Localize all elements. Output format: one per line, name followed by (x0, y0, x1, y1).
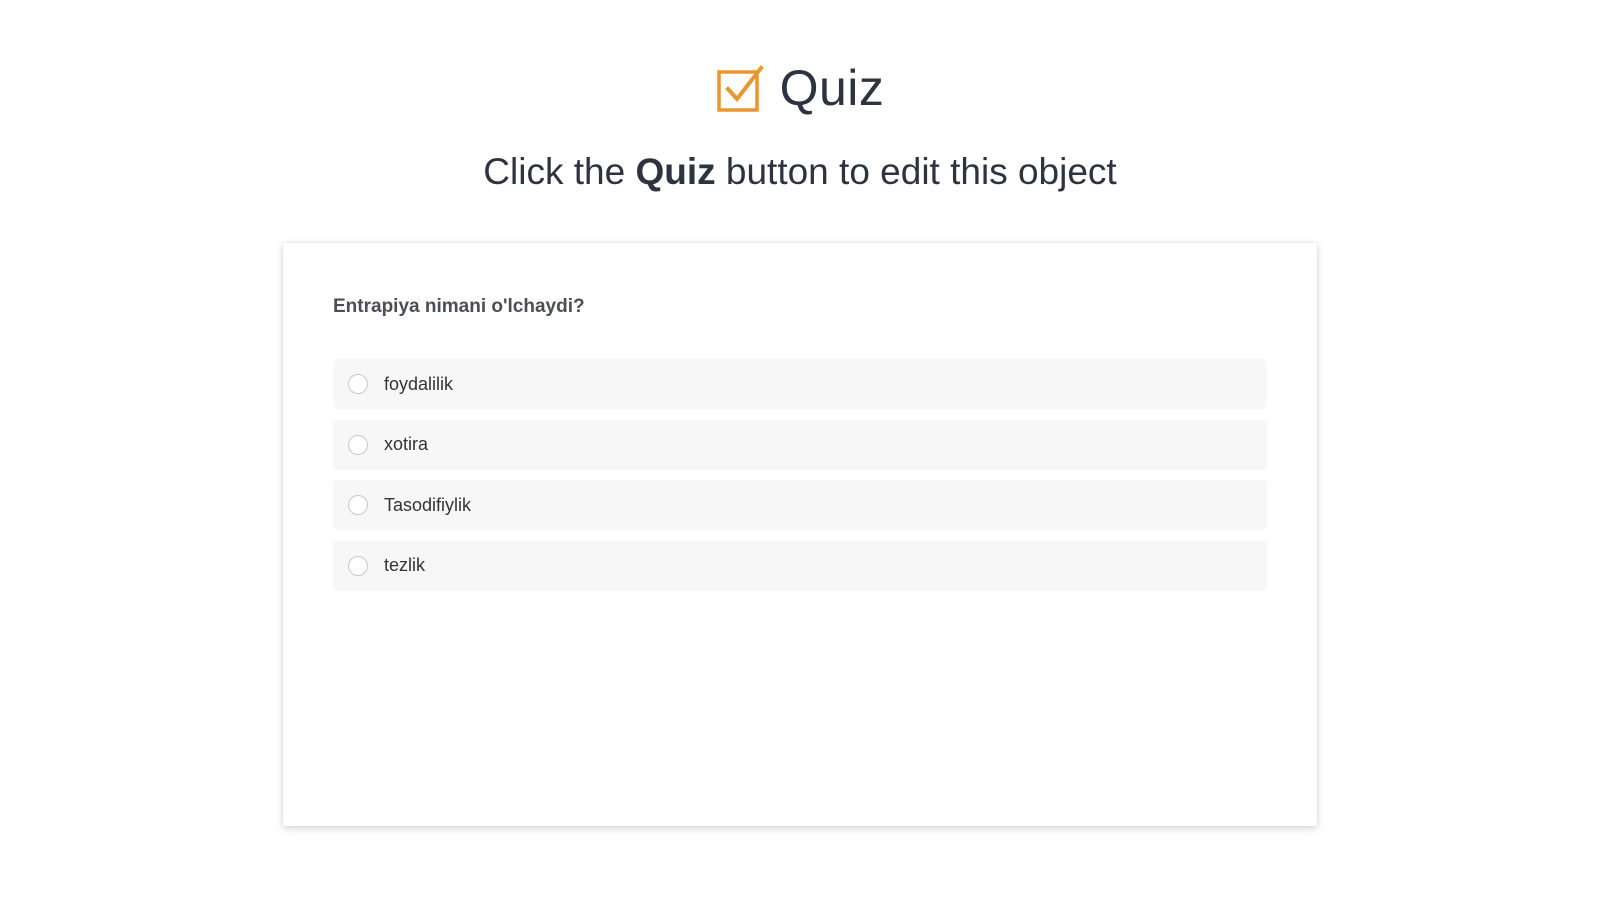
answer-option-xotira[interactable]: xotira (333, 419, 1267, 470)
radio-button[interactable] (348, 434, 368, 455)
answer-option-label: tezlik (384, 555, 426, 575)
answer-option-tezlik[interactable]: tezlik (333, 540, 1267, 591)
quiz-header: Quiz (0, 58, 1600, 118)
answer-option-tasodifiylik[interactable]: Tasodifiylik (333, 480, 1267, 530)
answer-option-label: Tasodifiylik (384, 494, 472, 515)
question-text: Entrapiya nimani o'lchaydi? (333, 296, 585, 317)
answer-options: foydalilik xotira Tasodifiylik tezlik (333, 359, 1267, 601)
page-title: Quiz (779, 60, 885, 116)
radio-button[interactable] (348, 495, 368, 515)
instruction-emphasis: Quiz (635, 151, 716, 192)
radio-button[interactable] (348, 374, 368, 394)
answer-option-label: xotira (384, 434, 429, 454)
edit-instruction: Click the Quiz button to edit this objec… (0, 148, 1600, 196)
instruction-suffix: button to edit this object (715, 151, 1117, 192)
checkbox-check-icon (716, 65, 764, 112)
answer-option-foydalilik[interactable]: foydalilik (333, 359, 1267, 409)
instruction-prefix: Click the (483, 151, 636, 192)
radio-button[interactable] (348, 555, 368, 576)
quiz-card: Entrapiya nimani o'lchaydi? foydalilik x… (283, 243, 1317, 826)
answer-option-label: foydalilik (384, 373, 454, 394)
